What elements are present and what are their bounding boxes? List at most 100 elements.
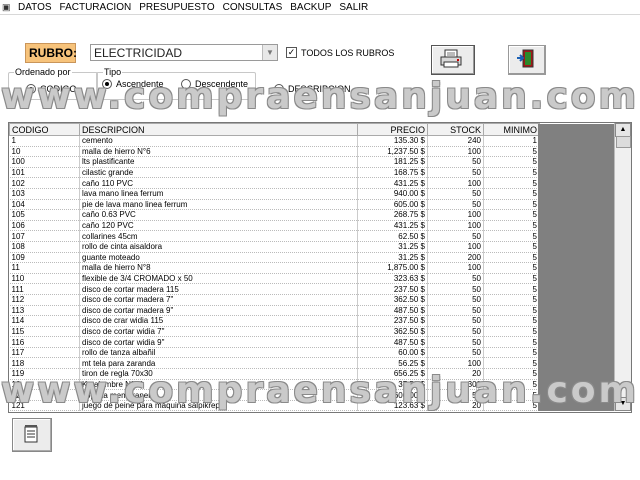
header-descripcion[interactable]: DESCRIPCION bbox=[79, 123, 358, 136]
cell-descripcion: caño 120 PVC bbox=[79, 220, 358, 232]
table-row[interactable]: 10 malla de hierro N°6 1,237.50 $100 5 bbox=[9, 146, 540, 158]
table-row[interactable]: 113 disco de cortar madera 9" 487.50 $50 5 bbox=[9, 305, 540, 317]
cell-precio: 237.50 $ bbox=[357, 315, 428, 327]
menu-consultas[interactable]: CONSULTAS bbox=[219, 2, 287, 13]
exit-door-icon bbox=[517, 49, 534, 68]
table-row[interactable]: 108 rollo de cinta aisaldora 31.25 $100 5 bbox=[9, 241, 540, 253]
table-row[interactable]: 103 lava mano linea ferrum 940.00 $50 5 bbox=[9, 188, 540, 200]
cell-descripcion: cemento bbox=[79, 135, 358, 147]
cell-codigo: 104 bbox=[9, 199, 80, 211]
notes-button[interactable] bbox=[12, 418, 52, 452]
cell-stock: 50 bbox=[427, 199, 484, 211]
header-codigo[interactable]: CODIGO bbox=[9, 123, 80, 136]
table-row[interactable]: 111 disco de cortar madera 115 237.50 $50 5 bbox=[9, 283, 540, 295]
radio-descripcion[interactable]: DESCRIPCION bbox=[274, 84, 351, 94]
table-row[interactable]: 120 sopleta membranera 600.00 $50 5 bbox=[9, 389, 540, 401]
table-row[interactable]: 11 malla de hierro N°8 1,875.00 $100 5 bbox=[9, 262, 540, 274]
table-row[interactable]: 101 cilastic grande 168.75 $50 5 bbox=[9, 167, 540, 179]
table-row[interactable]: 107 collarines 45cm 62.50 $50 5 bbox=[9, 230, 540, 242]
cell-precio: 135.30 $ bbox=[357, 135, 428, 147]
cell-stock: 300 bbox=[427, 379, 484, 391]
cell-minimo: 1 bbox=[483, 135, 540, 147]
cell-stock: 200 bbox=[427, 252, 484, 264]
header-minimo[interactable]: MINIMO bbox=[483, 123, 540, 136]
radio-ascendente[interactable]: Ascendente bbox=[102, 79, 164, 89]
cell-precio: 37.50 $ bbox=[357, 379, 428, 391]
table-row[interactable]: 106 caño 120 PVC 431.25 $100 5 bbox=[9, 220, 540, 232]
radio-descendente[interactable]: Descendente bbox=[181, 79, 248, 89]
menu-datos[interactable]: DATOS bbox=[14, 2, 56, 13]
cell-stock: 50 bbox=[427, 230, 484, 242]
cell-stock: 100 bbox=[427, 177, 484, 189]
table-row[interactable]: 115 disco de cortar widia 7" 362.50 $50 5 bbox=[9, 326, 540, 338]
cell-codigo: 107 bbox=[9, 230, 80, 242]
scroll-up-icon[interactable]: ▲ bbox=[615, 123, 631, 137]
radio-selected-icon bbox=[102, 79, 112, 89]
exit-button[interactable] bbox=[508, 45, 546, 75]
grid-empty-area bbox=[538, 124, 614, 411]
chevron-down-icon[interactable]: ▼ bbox=[262, 45, 277, 60]
cell-codigo: 112 bbox=[9, 294, 80, 306]
cell-stock: 50 bbox=[427, 315, 484, 327]
cell-precio: 1,237.50 $ bbox=[357, 146, 428, 158]
cell-precio: 487.50 $ bbox=[357, 336, 428, 348]
table-body: 1 cemento 135.30 $240 1 10 malla de hierro N°… bbox=[9, 135, 540, 412]
table-row[interactable]: 119 tiron de regla 70x30 656.25 $20 5 bbox=[9, 368, 540, 380]
cell-precio: 31.25 $ bbox=[357, 252, 428, 264]
cell-stock: 100 bbox=[427, 241, 484, 253]
table-row[interactable]: 1 cemento 135.30 $240 1 bbox=[9, 135, 540, 147]
menu-presupuesto[interactable]: PRESUPUESTO bbox=[135, 2, 218, 13]
cell-minimo: 5 bbox=[483, 400, 540, 412]
cell-codigo: 121 bbox=[9, 400, 80, 412]
scroll-thumb[interactable] bbox=[616, 136, 631, 148]
cell-precio: 237.50 $ bbox=[357, 283, 428, 295]
cell-codigo: 119 bbox=[9, 368, 80, 380]
table-row[interactable]: 112 disco de cortar madera 7" 362.50 $50 5 bbox=[9, 294, 540, 306]
cell-precio: 168.75 $ bbox=[357, 167, 428, 179]
cell-minimo: 5 bbox=[483, 177, 540, 189]
cell-minimo: 5 bbox=[483, 294, 540, 306]
table-row[interactable]: 12 Kg alambre N°14 37.50 $300 5 bbox=[9, 379, 540, 391]
cell-precio: 605.00 $ bbox=[357, 199, 428, 211]
table-row[interactable]: 121 juego de peine para maquina salpikrep… bbox=[9, 400, 540, 412]
grid-scrollbar[interactable]: ▲ ▼ bbox=[614, 123, 631, 411]
cell-precio: 362.50 $ bbox=[357, 294, 428, 306]
header-precio[interactable]: PRECIO bbox=[357, 123, 428, 136]
radio-descripcion-label: DESCRIPCION bbox=[288, 84, 351, 94]
menu-salir[interactable]: SALIR bbox=[335, 2, 372, 13]
cell-codigo: 103 bbox=[9, 188, 80, 200]
table-row[interactable]: 109 guante moteado 31.25 $200 5 bbox=[9, 252, 540, 264]
menu-bar: ▣ DATOS FACTURACION PRESUPUESTO CONSULTA… bbox=[0, 0, 640, 15]
cell-descripcion: sopleta membranera bbox=[79, 389, 358, 401]
cell-minimo: 5 bbox=[483, 357, 540, 370]
table-row[interactable]: 116 disco de cortar widia 9" 487.50 $50 5 bbox=[9, 336, 540, 348]
cell-stock: 50 bbox=[427, 389, 484, 401]
cell-stock: 100 bbox=[427, 262, 484, 274]
cell-descripcion: malla de hierro N°6 bbox=[79, 146, 358, 158]
scroll-down-icon[interactable]: ▼ bbox=[615, 397, 631, 411]
rubro-select[interactable]: ELECTRICIDAD ▼ bbox=[90, 44, 278, 61]
radio-codigo[interactable]: CODIGO bbox=[26, 84, 77, 94]
table-row[interactable]: 117 rollo de tanza albañil 60.00 $50 5 bbox=[9, 347, 540, 359]
cell-stock: 50 bbox=[427, 326, 484, 338]
cell-stock: 240 bbox=[427, 135, 484, 147]
menu-facturacion[interactable]: FACTURACION bbox=[56, 2, 136, 13]
table-row[interactable]: 110 flexible de 3/4 CROMADO x 50 323.63 $5… bbox=[9, 273, 540, 285]
cell-codigo: 102 bbox=[9, 177, 80, 189]
cell-codigo: 109 bbox=[9, 252, 80, 264]
todos-rubros-checkbox[interactable]: ✓ TODOS LOS RUBROS bbox=[286, 47, 394, 58]
menu-backup[interactable]: BACKUP bbox=[286, 2, 335, 13]
cell-descripcion: caño 0.63 PVC bbox=[79, 209, 358, 221]
table-row[interactable]: 100 lts plastificante 181.25 $50 5 bbox=[9, 156, 540, 168]
checkbox-check-icon: ✓ bbox=[286, 47, 297, 58]
cell-codigo: 111 bbox=[9, 283, 80, 295]
table-row[interactable]: 105 caño 0.63 PVC 268.75 $100 5 bbox=[9, 209, 540, 221]
table-row[interactable]: 102 caño 110 PVC 431.25 $100 5 bbox=[9, 177, 540, 189]
table-row[interactable]: 104 pie de lava mano linea ferrum 605.00 $… bbox=[9, 199, 540, 211]
header-stock[interactable]: STOCK bbox=[427, 123, 484, 136]
cell-stock: 50 bbox=[427, 305, 484, 317]
print-button[interactable] bbox=[431, 45, 475, 75]
table-row[interactable]: 114 disco de crar widia 115 237.50 $50 5 bbox=[9, 315, 540, 327]
cell-minimo: 5 bbox=[483, 273, 540, 285]
table-row[interactable]: 118 mt tela para zaranda 56.25 $100 5 bbox=[9, 357, 540, 370]
